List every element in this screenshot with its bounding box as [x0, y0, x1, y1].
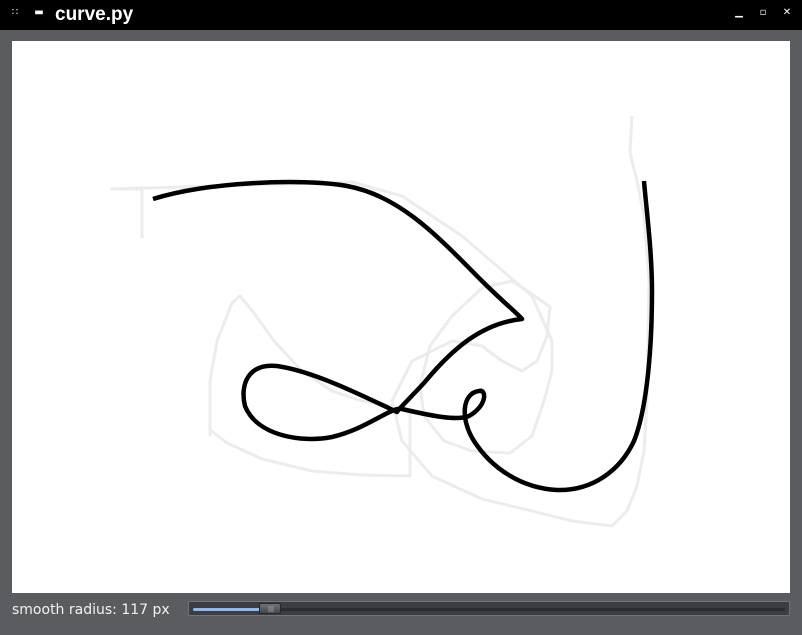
raw-stroke-path-2	[208, 294, 412, 478]
smooth-radius-label: smooth radius: 117 px	[12, 602, 170, 618]
shade-icon[interactable]: ▬	[34, 8, 44, 18]
grip-icon: |||	[267, 606, 275, 613]
curve-svg	[110, 115, 655, 528]
menu-icon[interactable]: ∷	[10, 8, 20, 18]
drawing-canvas[interactable]	[12, 41, 790, 593]
slider-handle[interactable]: |||	[258, 603, 281, 614]
close-icon[interactable]: ✕	[782, 8, 792, 18]
maximize-icon[interactable]: ▫	[758, 8, 768, 18]
raw-stroke-path	[110, 115, 651, 528]
app-window: ∷ ▬ curve.py ▁ ▫ ✕ smooth radius: 117 px…	[0, 0, 802, 635]
slider-groove[interactable]	[193, 608, 785, 611]
window-title: curve.py	[55, 4, 134, 25]
smooth-radius-slider[interactable]: |||	[188, 601, 790, 616]
title-bar[interactable]: ∷ ▬ curve.py ▁ ▫ ✕	[0, 0, 802, 30]
minimize-icon[interactable]: ▁	[734, 8, 744, 18]
